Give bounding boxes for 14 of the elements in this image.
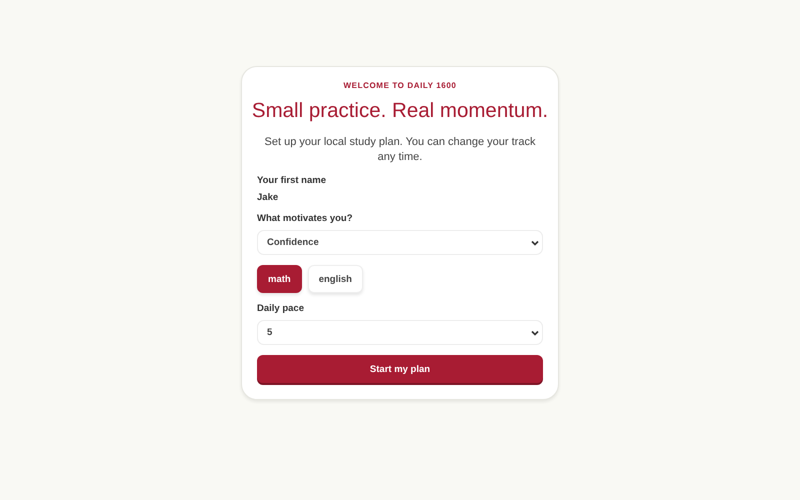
subtitle-text: Set up your local study plan. You can change your track any time. <box>264 135 536 165</box>
track-toggle[interactable]: english <box>308 265 363 293</box>
field-label: What motivates you? <box>257 213 353 224</box>
pace-dropdown[interactable]: 5 <box>257 320 543 345</box>
field-label: Daily pace <box>257 303 304 314</box>
motivation-dropdown[interactable]: Confidence <box>257 230 543 255</box>
name-input-field[interactable]: Jake <box>257 192 317 203</box>
start-plan-button[interactable]: Start my plan <box>257 355 543 383</box>
field-label: Your first name <box>257 175 326 186</box>
eyebrow-text: WELCOME TO DAILY 1600 <box>344 81 456 90</box>
headline: Small practice. Real momentum. <box>252 99 548 123</box>
track-toggle[interactable]: math <box>257 265 302 293</box>
chevron-down-icon <box>531 240 539 246</box>
chevron-down-icon <box>531 330 539 336</box>
